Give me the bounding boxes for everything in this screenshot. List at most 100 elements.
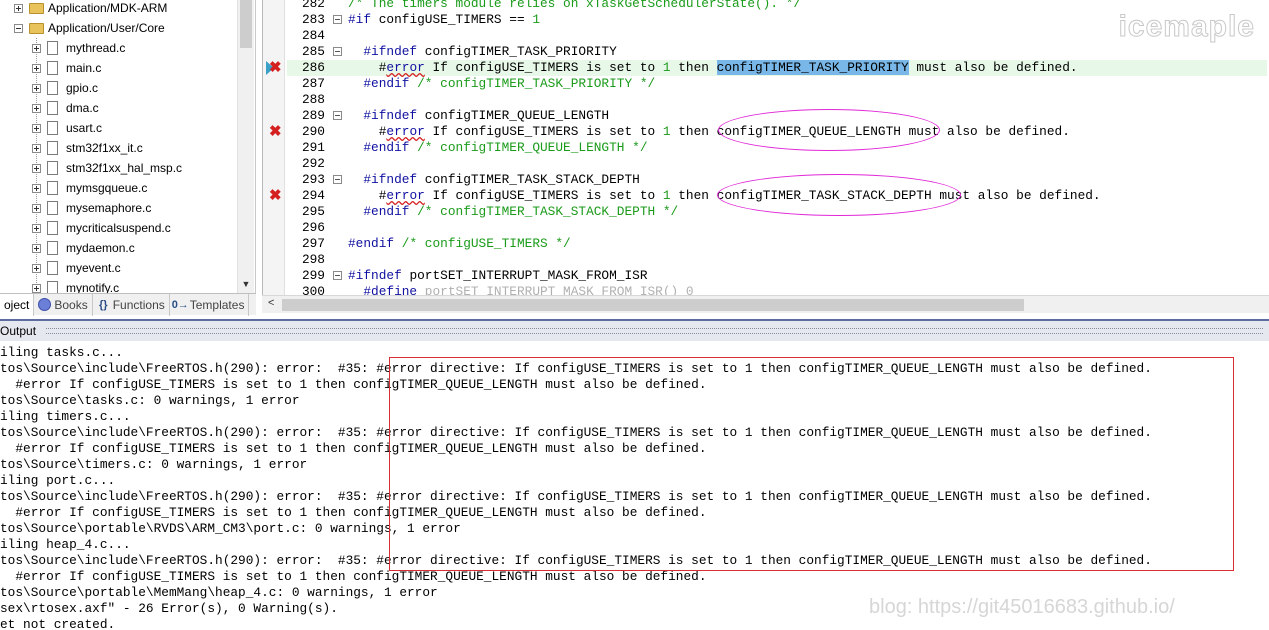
editor-horizontal-scrollbar[interactable]: <	[262, 295, 1269, 313]
tree-file-item[interactable]: gpio.c	[32, 78, 98, 98]
code-line[interactable]: 290 #error If configUSE_TIMERS is set to…	[287, 124, 1267, 140]
tree-file-item[interactable]: stm32f1xx_it.c	[32, 138, 143, 158]
file-icon	[47, 261, 58, 275]
line-number: 295	[301, 204, 325, 219]
code-text: #error If configUSE_TIMERS is set to 1 t…	[348, 60, 1078, 75]
scroll-left-icon[interactable]: <	[268, 297, 274, 309]
editor-gutter[interactable]: ✖ ✖ ✖	[263, 0, 285, 295]
tab-functions[interactable]: {} Functions	[93, 293, 170, 316]
scrollbar-thumb[interactable]	[282, 299, 1024, 311]
tab-label: Templates	[189, 297, 245, 312]
tree-file-label: mythread.c	[66, 41, 126, 55]
tree-scrollbar[interactable]: ▼	[237, 0, 254, 293]
expand-icon[interactable]	[32, 103, 41, 113]
fold-toggle-icon[interactable]	[333, 271, 342, 280]
line-number: 292	[301, 156, 325, 171]
line-number: 286	[301, 60, 325, 75]
file-icon	[47, 121, 58, 135]
file-icon	[47, 161, 58, 175]
expand-icon[interactable]	[32, 63, 41, 73]
code-line[interactable]: 286 #error If configUSE_TIMERS is set to…	[287, 60, 1267, 76]
tree-file-item[interactable]: mysemaphore.c	[32, 198, 151, 218]
line-number: 282	[301, 0, 325, 11]
project-panel-tabs: oject Books {} Functions 0→ Templates	[0, 293, 256, 316]
tree-file-item[interactable]: dma.c	[32, 98, 99, 118]
code-text: #ifndef configTIMER_TASK_STACK_DEPTH	[363, 172, 640, 187]
watermark-logo: icemaple	[1118, 10, 1255, 44]
code-line[interactable]: 297 #endif /* configUSE_TIMERS */	[287, 236, 1267, 252]
tree-folder-user-core[interactable]: Application/User/Core	[14, 18, 165, 38]
line-number: 299	[301, 268, 325, 283]
code-editor[interactable]: ✖ ✖ ✖ 282 /* The timers module relies on …	[262, 0, 1269, 295]
code-line[interactable]: 296	[287, 220, 1267, 236]
code-line[interactable]: 285 #ifndef configTIMER_TASK_PRIORITY	[287, 44, 1267, 60]
tab-label: oject	[4, 297, 30, 312]
expand-icon[interactable]	[32, 243, 41, 253]
tab-project[interactable]: oject	[0, 293, 35, 316]
tab-books[interactable]: Books	[34, 293, 93, 316]
expand-icon[interactable]	[32, 83, 41, 93]
code-line[interactable]: 289 #ifndef configTIMER_QUEUE_LENGTH	[287, 108, 1267, 124]
code-line[interactable]: 299 #ifndef portSET_INTERRUPT_MASK_FROM_I…	[287, 268, 1267, 284]
tree-file-item[interactable]: myevent.c	[32, 258, 121, 278]
fold-toggle-icon[interactable]	[333, 47, 342, 56]
output-panel-header: Output	[0, 319, 1269, 341]
code-line[interactable]: 298	[287, 252, 1267, 268]
output-line: iling heap_4.c...	[0, 537, 131, 552]
tree-file-item[interactable]: stm32f1xx_hal_msp.c	[32, 158, 182, 178]
scroll-down-icon[interactable]: ▼	[238, 277, 254, 291]
tab-label: Functions	[112, 297, 165, 312]
fold-toggle-icon[interactable]	[333, 175, 342, 184]
panel-grip[interactable]	[46, 328, 1263, 334]
code-line[interactable]: 293 #ifndef configTIMER_TASK_STACK_DEPTH	[287, 172, 1267, 188]
file-icon	[47, 41, 58, 55]
code-line[interactable]: 300 #define portSET_INTERRUPT_MASK_FROM_…	[287, 284, 1267, 295]
scrollbar-thumb[interactable]	[240, 0, 252, 48]
tree-folder-label: Application/MDK-ARM	[48, 1, 168, 15]
tree-file-item[interactable]: usart.c	[32, 118, 102, 138]
tree-folder-mdk-arm[interactable]: Application/MDK-ARM	[14, 0, 167, 18]
code-line[interactable]: 294 #error If configUSE_TIMERS is set to…	[287, 188, 1267, 204]
expand-icon[interactable]	[32, 283, 41, 293]
tree-file-label: main.c	[66, 61, 102, 75]
code-line[interactable]: 287 #endif /* configTIMER_TASK_PRIORITY …	[287, 76, 1267, 92]
code-line[interactable]: 291 #endif /* configTIMER_QUEUE_LENGTH *…	[287, 140, 1267, 156]
code-text: #endif /* configTIMER_TASK_PRIORITY */	[363, 76, 656, 91]
tree-file-label: mymsgqueue.c	[66, 181, 148, 195]
tree-file-label: mysemaphore.c	[66, 201, 152, 215]
fold-toggle-icon[interactable]	[333, 15, 342, 24]
build-output[interactable]: iling tasks.c... tos\Source\include\FreeR…	[0, 343, 1269, 630]
file-icon	[47, 201, 58, 215]
tree-file-label: mydaemon.c	[66, 241, 135, 255]
tree-file-label: dma.c	[66, 101, 99, 115]
output-title: Output	[0, 324, 37, 338]
tree-file-item[interactable]: main.c	[32, 58, 101, 78]
file-icon	[47, 81, 58, 95]
code-line[interactable]: 292	[287, 156, 1267, 172]
collapse-icon[interactable]	[14, 23, 23, 33]
tree-file-item[interactable]: mythread.c	[32, 38, 125, 58]
code-text: #ifndef configTIMER_TASK_PRIORITY	[363, 44, 617, 59]
error-marker-icon: ✖	[269, 59, 282, 76]
tree-file-item[interactable]: mydaemon.c	[32, 238, 135, 258]
expand-icon[interactable]	[32, 223, 41, 233]
expand-icon[interactable]	[32, 143, 41, 153]
fold-toggle-icon[interactable]	[333, 111, 342, 120]
line-number: 293	[301, 172, 325, 187]
tree-file-label: mycriticalsuspend.c	[66, 221, 171, 235]
tab-templates[interactable]: 0→ Templates	[170, 293, 250, 316]
code-line[interactable]: 288	[287, 92, 1267, 108]
expand-icon[interactable]	[32, 163, 41, 173]
expand-icon[interactable]	[32, 263, 41, 273]
tree-file-item[interactable]: mymsgqueue.c	[32, 178, 147, 198]
expand-icon[interactable]	[32, 123, 41, 133]
expand-icon[interactable]	[32, 183, 41, 193]
line-number: 294	[301, 188, 325, 203]
expand-icon[interactable]	[32, 43, 41, 53]
expand-icon[interactable]	[32, 203, 41, 213]
tree-file-item[interactable]: mycriticalsuspend.c	[32, 218, 171, 238]
tree-file-item[interactable]: mynotify.c	[32, 278, 119, 293]
output-line: iling tasks.c...	[0, 345, 123, 360]
code-line[interactable]: 295 #endif /* configTIMER_TASK_STACK_DEP…	[287, 204, 1267, 220]
expand-icon[interactable]	[14, 3, 23, 13]
